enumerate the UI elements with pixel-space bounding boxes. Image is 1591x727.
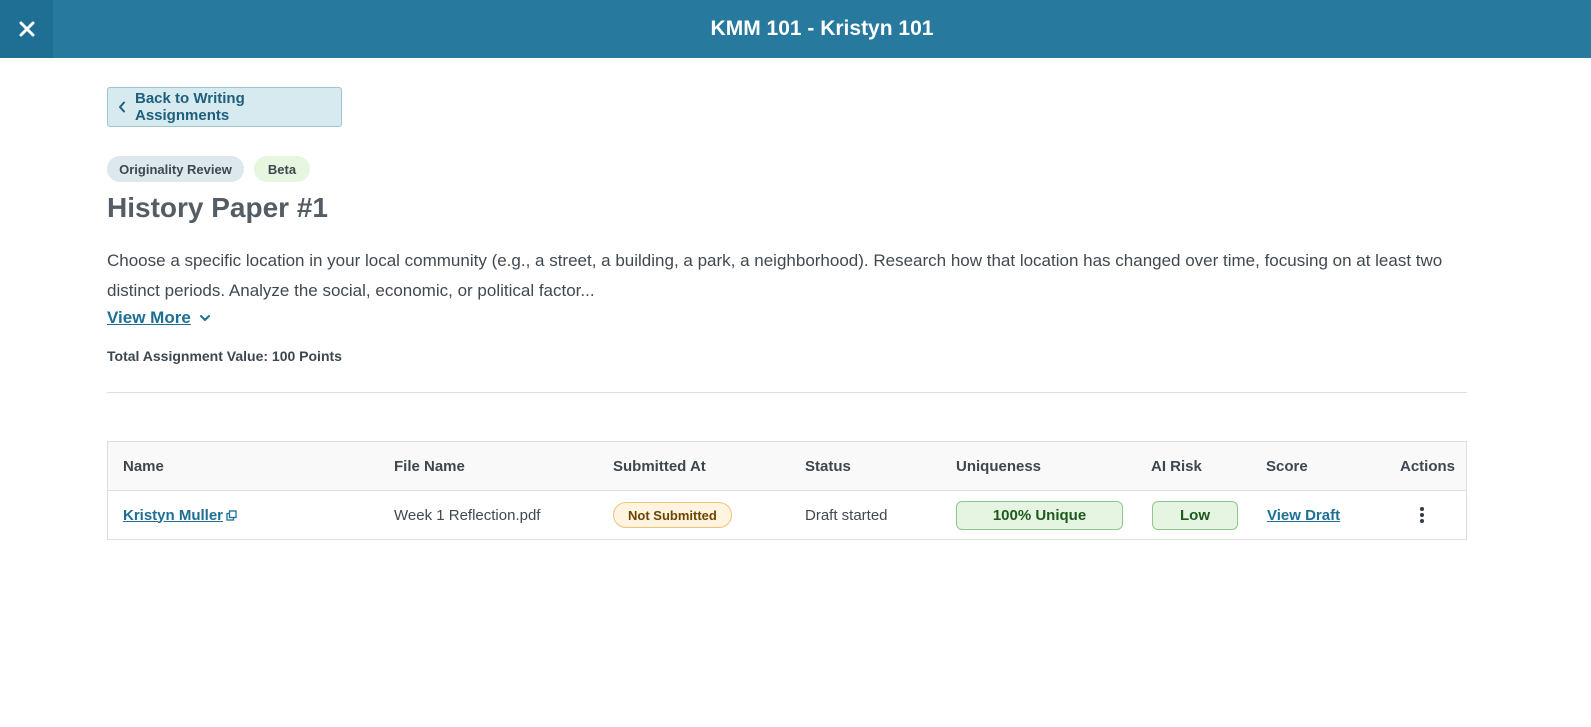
page-title: History Paper #1 — [107, 192, 328, 223]
originality-review-badge: Originality Review — [107, 156, 244, 182]
column-header-status[interactable]: Status — [805, 442, 851, 491]
cell-score: View Draft — [1267, 491, 1340, 539]
column-header-uniqueness[interactable]: Uniqueness — [956, 442, 1041, 491]
cell-actions — [1411, 491, 1433, 539]
column-header-submitted-at[interactable]: Submitted At — [613, 442, 706, 491]
column-header-file-name[interactable]: File Name — [394, 442, 465, 491]
not-submitted-badge: Not Submitted — [613, 502, 732, 528]
total-assignment-value: Total Assignment Value: 100 Points — [107, 348, 342, 364]
cell-name: Kristyn Muller — [123, 491, 237, 539]
column-header-actions: Actions — [1400, 458, 1456, 475]
column-header-ai-risk[interactable]: AI Risk — [1151, 442, 1202, 491]
student-name: Kristyn Muller — [123, 506, 224, 524]
table-row: Kristyn Muller Week 1 Reflection.pdf Not… — [108, 491, 1466, 539]
view-more-label: View More — [107, 308, 191, 327]
view-draft-link[interactable]: View Draft — [1267, 507, 1340, 524]
cell-uniqueness: 100% Unique — [956, 491, 1123, 539]
cell-file-name: Week 1 Reflection.pdf — [394, 506, 541, 524]
cell-ai-risk: Low — [1152, 491, 1238, 539]
cell-status: Draft started — [805, 506, 888, 524]
ai-risk-badge: Low — [1152, 500, 1238, 530]
external-link-icon — [226, 509, 237, 521]
column-header-score[interactable]: Score — [1266, 442, 1308, 491]
close-button[interactable] — [0, 0, 53, 58]
table-header: Name File Name Submitted At Status Uniqu… — [108, 442, 1466, 491]
close-icon — [18, 20, 36, 38]
back-to-assignments-button[interactable]: Back to Writing Assignments — [107, 87, 342, 127]
uniqueness-badge: 100% Unique — [956, 500, 1123, 530]
chevron-down-icon — [199, 314, 211, 322]
cell-submitted-at: Not Submitted — [613, 491, 732, 539]
beta-badge: Beta — [254, 156, 310, 182]
submissions-table: Name File Name Submitted At Status Uniqu… — [107, 441, 1467, 540]
more-vertical-icon[interactable] — [1411, 501, 1433, 529]
top-bar: KMM 101 - Kristyn 101 — [0, 0, 1591, 58]
view-more-link[interactable]: View More — [107, 306, 211, 330]
chevron-left-icon — [118, 101, 126, 113]
course-title: KMM 101 - Kristyn 101 — [710, 17, 934, 40]
back-button-label: Back to Writing Assignments — [135, 90, 245, 124]
student-name-link[interactable]: Kristyn Muller — [123, 507, 237, 524]
assignment-description: Choose a specific location in your local… — [107, 251, 1443, 300]
divider — [107, 392, 1467, 393]
column-header-name[interactable]: Name — [123, 442, 164, 491]
